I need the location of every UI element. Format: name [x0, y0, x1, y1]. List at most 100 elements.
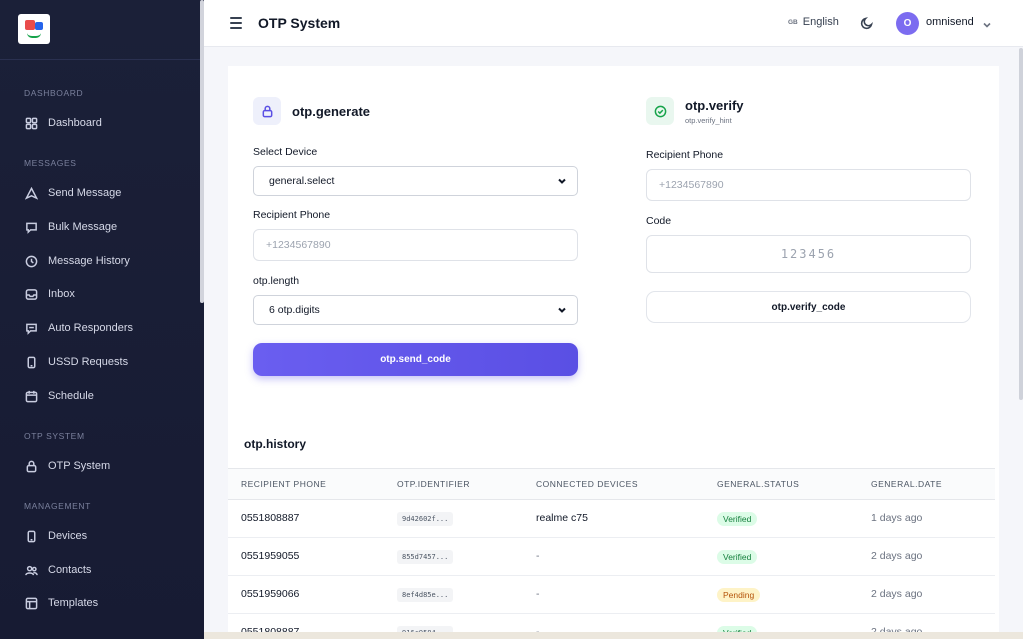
date-cell: 2 days ago: [871, 588, 923, 600]
column-header[interactable]: RECIPIENT PHONE: [241, 479, 326, 489]
avatar[interactable]: O: [896, 12, 919, 35]
sidebar-item-label: Schedule: [48, 390, 94, 402]
phone-icon: [24, 355, 38, 369]
column-header[interactable]: GENERAL.STATUS: [717, 479, 799, 489]
table-row[interactable]: 0551959055 855d7457... - Verified 2 days…: [228, 538, 995, 576]
sidebar-item-label: OTP System: [48, 460, 111, 472]
language-label: English: [802, 16, 839, 28]
generate-phone-label: Recipient Phone: [253, 209, 331, 221]
sidebar: DASHBOARD Dashboard MESSAGES Send Messag…: [0, 0, 204, 639]
menu-toggle-icon[interactable]: [230, 17, 242, 29]
otp-length-select[interactable]: 6 otp.digits: [253, 295, 578, 325]
sidebar-section-dashboard: DASHBOARD: [24, 88, 84, 98]
otp-length-label: otp.length: [253, 275, 300, 287]
sidebar-divider: [0, 59, 204, 60]
date-cell: 2 days ago: [871, 550, 923, 562]
sidebar-item-label: Dashboard: [48, 117, 102, 129]
sidebar-item-dashboard[interactable]: Dashboard: [24, 113, 102, 133]
send-code-button[interactable]: otp.send_code: [253, 343, 578, 376]
user-name[interactable]: omnisend: [926, 16, 974, 28]
sidebar-item-ussd-requests[interactable]: USSD Requests: [24, 352, 128, 372]
column-header[interactable]: OTP.IDENTIFIER: [397, 479, 470, 489]
sidebar-item-templates[interactable]: Templates: [24, 593, 98, 613]
sidebar-section-otp: OTP SYSTEM: [24, 431, 85, 441]
device-label: Select Device: [253, 146, 318, 158]
inbox-icon: [24, 287, 38, 301]
lock-icon: [253, 97, 281, 125]
sidebar-item-label: Bulk Message: [48, 221, 118, 233]
recipient-phone: 0551959055: [241, 550, 300, 562]
sidebar-item-label: Contacts: [48, 564, 92, 576]
sidebar-item-otp-system[interactable]: OTP System: [24, 456, 110, 476]
sidebar-item-label: Inbox: [48, 288, 75, 300]
otp-main-card: otp.generate Select Device general.selec…: [228, 66, 999, 639]
sidebar-item-devices[interactable]: Devices: [24, 526, 87, 546]
sidebar-item-send-message[interactable]: Send Message: [24, 183, 121, 203]
generate-title: otp.generate: [292, 103, 371, 119]
sidebar-section-management: MANAGEMENT: [24, 501, 91, 511]
sidebar-item-label: USSD Requests: [48, 356, 129, 368]
table-row[interactable]: 0551808887 9d42602f... realme c75 Verifi…: [228, 500, 995, 538]
device-select[interactable]: general.select: [253, 166, 578, 196]
table-row[interactable]: 0551959066 8ef4d85e... - Pending 2 days …: [228, 576, 995, 614]
device-select-value: general.select: [269, 175, 335, 187]
sidebar-item-bulk-message[interactable]: Bulk Message: [24, 217, 117, 237]
sidebar-item-message-history[interactable]: Message History: [24, 251, 130, 271]
check-circle-icon: [646, 97, 674, 125]
clock-icon: [24, 254, 38, 268]
status-badge: Verified: [717, 512, 758, 526]
history-title: otp.history: [244, 437, 306, 451]
otp-length-value: 6 otp.digits: [269, 304, 320, 316]
verify-hint: otp.verify_hint: [685, 115, 732, 125]
connected-device: -: [536, 588, 540, 600]
verify-phone-label: Recipient Phone: [646, 149, 724, 161]
phone-icon: [24, 529, 38, 543]
bottom-edge: [204, 632, 1023, 639]
flag-icon: GB: [788, 18, 798, 26]
verify-code-button[interactable]: otp.verify_code: [646, 291, 971, 323]
page-scrollbar[interactable]: [1019, 48, 1023, 400]
sidebar-item-contacts[interactable]: Contacts: [24, 560, 91, 580]
sidebar-item-label: Send Message: [48, 187, 122, 199]
code-input[interactable]: [646, 235, 971, 273]
status-badge: Pending: [717, 588, 761, 602]
moon-icon[interactable]: [860, 16, 874, 30]
chat-icon: [24, 321, 38, 335]
generate-phone-input[interactable]: [253, 229, 578, 261]
sidebar-item-label: Templates: [48, 597, 99, 609]
sidebar-item-label: Auto Responders: [48, 322, 133, 334]
sidebar-section-messages: MESSAGES: [24, 158, 77, 168]
column-header[interactable]: CONNECTED DEVICES: [536, 479, 638, 489]
app-logo[interactable]: [18, 14, 50, 44]
calendar-icon: [24, 389, 38, 403]
otp-identifier: 9d42602f...: [397, 512, 454, 526]
logo-icon: [25, 20, 43, 38]
sidebar-item-inbox[interactable]: Inbox: [24, 284, 75, 304]
status-badge: Verified: [717, 550, 758, 564]
code-label: Code: [646, 215, 672, 227]
recipient-phone: 0551959066: [241, 588, 300, 600]
send-icon: [24, 186, 38, 200]
chevron-down-icon: [558, 307, 566, 313]
date-cell: 1 days ago: [871, 512, 923, 524]
top-header: OTP System GB English O omnisend: [204, 0, 1023, 47]
users-icon: [24, 563, 38, 577]
page-title: OTP System: [258, 15, 341, 31]
verify-phone-input[interactable]: [646, 169, 971, 201]
recipient-phone: 0551808887: [241, 512, 300, 524]
chat-icon: [24, 220, 38, 234]
column-header[interactable]: GENERAL.DATE: [871, 479, 942, 489]
connected-device: realme c75: [536, 512, 588, 524]
sidebar-item-auto-responders[interactable]: Auto Responders: [24, 318, 133, 338]
lock-icon: [24, 459, 38, 473]
sidebar-item-label: Message History: [48, 255, 130, 267]
otp-identifier: 8ef4d85e...: [397, 588, 454, 602]
language-selector[interactable]: GB English: [788, 16, 839, 28]
table-header: RECIPIENT PHONE OTP.IDENTIFIER CONNECTED…: [228, 468, 995, 500]
chevron-down-icon[interactable]: [982, 17, 992, 28]
generate-panel-header: otp.generate: [253, 97, 370, 125]
chevron-down-icon: [558, 178, 566, 184]
sidebar-item-schedule[interactable]: Schedule: [24, 386, 94, 406]
history-table: RECIPIENT PHONE OTP.IDENTIFIER CONNECTED…: [228, 468, 995, 639]
sidebar-item-label: Devices: [48, 530, 88, 542]
